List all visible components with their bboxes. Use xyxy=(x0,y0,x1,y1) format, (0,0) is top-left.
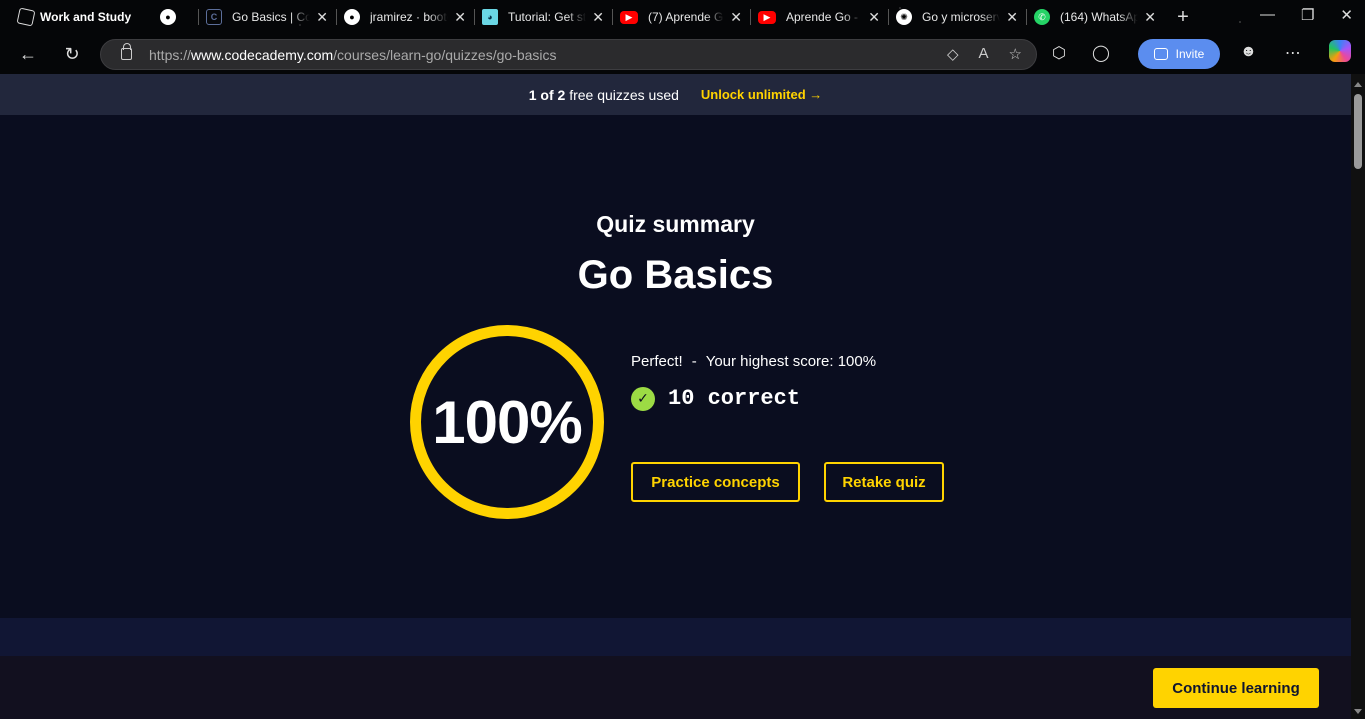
url-text[interactable]: https://www.codecademy.com/courses/learn… xyxy=(149,47,557,63)
go-gopher-icon: ◕ xyxy=(482,9,498,25)
close-tab-icon[interactable]: ✕ xyxy=(592,9,604,26)
invite-label: Invite xyxy=(1175,47,1205,61)
footer-bar: Continue learning xyxy=(0,656,1351,719)
tab-title: (7) Aprende Go xyxy=(648,10,725,24)
close-window-icon[interactable]: ✕ xyxy=(1340,6,1353,24)
browser-tab[interactable]: ✆ (164) WhatsApp ✕ xyxy=(1026,0,1164,34)
extensions-icon[interactable]: ⬡ xyxy=(1052,43,1066,63)
openai-icon: ✺ xyxy=(896,9,912,25)
workspaces-icon xyxy=(16,7,36,27)
correct-count: ✓ 10 correct xyxy=(631,386,800,411)
close-tab-icon[interactable]: ✕ xyxy=(1006,9,1018,26)
lock-icon[interactable] xyxy=(121,43,132,60)
close-tab-icon[interactable]: ✕ xyxy=(1144,9,1156,26)
close-tab-icon[interactable]: ✕ xyxy=(868,9,880,26)
close-tab-icon[interactable]: ✕ xyxy=(730,9,742,26)
unlock-unlimited-link[interactable]: Unlock unlimited → xyxy=(701,87,822,102)
window-controls: — ❐ ✕ xyxy=(1260,6,1353,24)
score-ring: 100% xyxy=(410,325,604,519)
browser-tab[interactable]: ● jramirez · bootdev ✕ xyxy=(336,0,474,34)
address-bar[interactable]: https://www.codecademy.com/courses/learn… xyxy=(100,39,1037,70)
highest-score: Your highest score: 100% xyxy=(705,353,877,370)
quiz-title: Go Basics xyxy=(577,253,774,297)
score-line: Perfect! - Your highest score: 100% xyxy=(631,353,876,370)
quiz-summary-section: Quiz summary Go Basics 100% Perfect! - Y… xyxy=(0,115,1351,618)
back-arrow-icon[interactable]: ← xyxy=(6,44,50,65)
more-menu-icon[interactable]: ⋯ xyxy=(1285,43,1301,63)
correct-text: 10 correct xyxy=(668,386,801,411)
workspace-button[interactable]: Work and Study xyxy=(0,7,152,27)
summary-heading: Quiz summary xyxy=(596,211,755,237)
copilot-icon[interactable] xyxy=(1328,40,1351,62)
tag-icon[interactable]: ◇ xyxy=(947,45,959,63)
browser-toolbar: ← ↻ https://www.codecademy.com/courses/l… xyxy=(0,34,1365,74)
new-tab-icon[interactable]: + xyxy=(1168,6,1198,29)
scroll-thumb[interactable] xyxy=(1354,94,1362,169)
youtube-icon: ▶ xyxy=(620,10,638,24)
practice-concepts-button[interactable]: Practice concepts xyxy=(631,462,800,502)
scroll-up-icon[interactable] xyxy=(1354,82,1362,87)
codecademy-icon: C xyxy=(206,9,222,25)
browser-tab-strip: Work and Study ● C Go Basics | Codecadem… xyxy=(0,0,1365,34)
page-scrollbar[interactable] xyxy=(1351,74,1365,719)
close-tab-icon[interactable]: ✕ xyxy=(316,9,328,26)
youtube-icon: ▶ xyxy=(758,10,776,24)
whatsapp-icon: ✆ xyxy=(1034,9,1050,25)
score-percent: 100% xyxy=(432,388,582,456)
github-icon: ● xyxy=(160,9,176,25)
tab-title: Tutorial: Get started with Go xyxy=(508,10,587,24)
scroll-down-icon[interactable] xyxy=(1354,709,1362,714)
invite-button[interactable]: Invite xyxy=(1138,39,1220,69)
tab-title: Aprende Go - YouTube xyxy=(786,10,862,24)
browser-tab[interactable]: ✺ Go y microservicios ✕ xyxy=(888,0,1026,34)
favorite-star-icon[interactable]: ☆ xyxy=(1009,45,1022,63)
github-icon: ● xyxy=(344,9,360,25)
refresh-icon[interactable]: ↻ xyxy=(50,44,94,65)
tab-title: (164) WhatsApp xyxy=(1060,10,1139,24)
tab-title: Go Basics | Codecademy xyxy=(232,10,311,24)
workspace-label: Work and Study xyxy=(40,10,132,24)
browser-tab[interactable]: ▶ Aprende Go - YouTube ✕ xyxy=(750,0,888,34)
free-quiz-banner: 1 of 2 free quizzes used Unlock unlimite… xyxy=(0,74,1351,115)
divider-strip xyxy=(0,618,1351,656)
invite-icon xyxy=(1153,48,1168,60)
restore-icon[interactable]: ❐ xyxy=(1301,6,1314,24)
browser-tab[interactable]: C Go Basics | Codecademy ✕ xyxy=(198,0,336,34)
browser-tab[interactable]: ◕ Tutorial: Get started with Go ✕ xyxy=(474,0,612,34)
tab-title: Go y microservicios xyxy=(922,10,1001,24)
minimize-icon[interactable]: — xyxy=(1260,6,1275,24)
browser-tab[interactable]: ▶ (7) Aprende Go ✕ xyxy=(612,0,750,34)
profile-icon[interactable]: ☻ xyxy=(1240,43,1257,63)
close-tab-icon[interactable]: ✕ xyxy=(454,9,466,26)
chat-icon[interactable]: ◯ xyxy=(1092,43,1110,63)
tab-title: jramirez · bootdev xyxy=(370,10,448,24)
result-word: Perfect! xyxy=(631,353,683,370)
continue-learning-button[interactable]: Continue learning xyxy=(1153,668,1319,708)
read-aloud-icon[interactable]: A xyxy=(979,45,989,63)
checkmark-icon: ✓ xyxy=(631,386,655,411)
retake-quiz-button[interactable]: Retake quiz xyxy=(824,462,944,502)
browser-tab[interactable]: ● xyxy=(152,0,198,34)
separator: - xyxy=(691,353,697,370)
quiz-usage-text: 1 of 2 free quizzes used xyxy=(528,86,679,103)
